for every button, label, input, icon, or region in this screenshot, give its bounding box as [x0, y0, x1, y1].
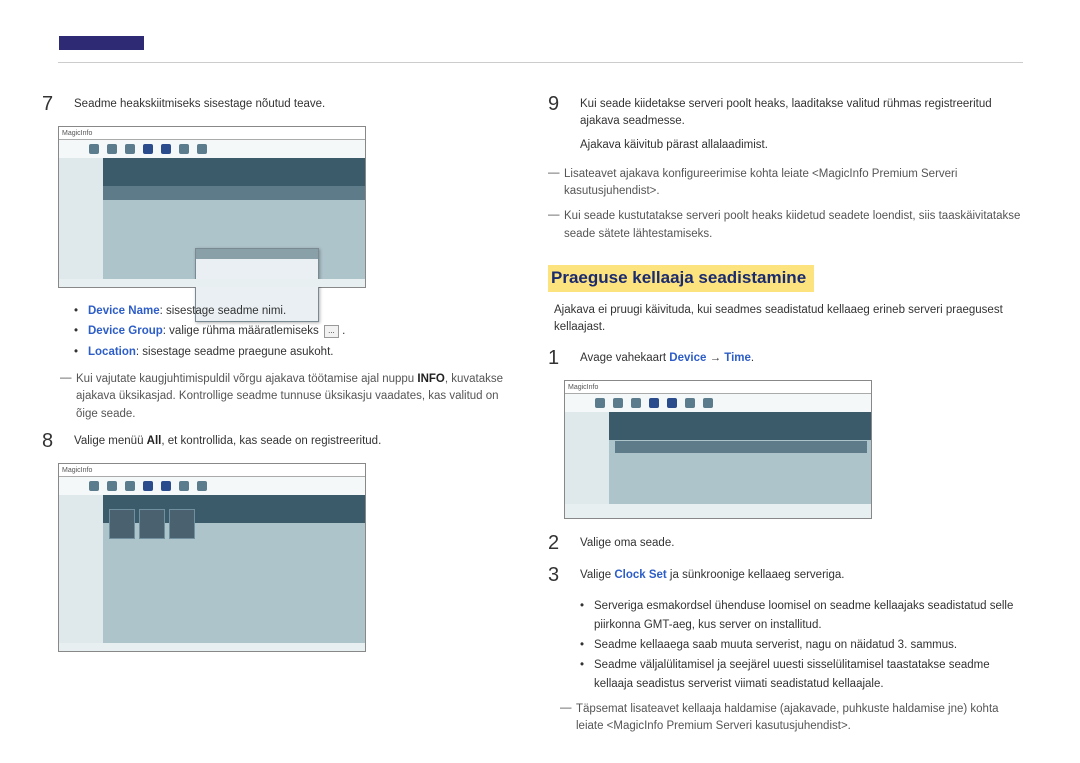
time-toolbar: [615, 441, 867, 453]
bullet-device-name: Device Name: sisestage seadme nimi.: [74, 302, 520, 320]
app-toolbar: [565, 394, 871, 412]
device-thumbnails: [109, 509, 195, 539]
app-body: [103, 200, 365, 279]
app-tabs: [59, 158, 365, 186]
right-column: 9 Kui seade kiidetakse serveri poolt hea…: [548, 94, 1026, 744]
app-sidebar: [59, 495, 103, 643]
step-8: 8 Valige menüü All, et kontrollida, kas …: [42, 431, 520, 451]
step-2-text: Valige oma seade.: [580, 533, 1026, 553]
step-9: 9 Kui seade kiidetakse serveri poolt hea…: [548, 94, 1026, 154]
step-9-note-1: Lisateavet ajakava konfigureerimise koht…: [548, 166, 1026, 201]
step-9-text: Kui seade kiidetakse serveri poolt heaks…: [580, 94, 1026, 154]
step-1: 1 Avage vahekaart Device → Time.: [548, 348, 1026, 368]
app-tabs: [59, 495, 365, 523]
app-logo: MagicInfo: [59, 127, 365, 140]
step-1-text: Avage vahekaart Device → Time.: [580, 348, 1026, 368]
bullet-gmt: Serveriga esmakordsel ühenduse loomisel …: [580, 597, 1026, 634]
step-7-note: Kui vajutate kaugjuhtimispuldil võrgu aj…: [60, 371, 520, 423]
chapter-marker: [59, 36, 144, 50]
step-number: 3: [548, 565, 580, 585]
step-7: 7 Seadme heakskiitmiseks sisestage nõutu…: [42, 94, 520, 114]
app-sidebar: [565, 412, 609, 504]
screenshot-time-tab: MagicInfo: [564, 380, 872, 519]
section-intro: Ajakava ei pruugi käivituda, kui seadmes…: [554, 302, 1026, 337]
step-number: 1: [548, 348, 580, 368]
screenshot-device-list: MagicInfo: [58, 463, 366, 652]
app-sidebar: [59, 158, 103, 279]
device-tab-label: Device: [669, 352, 706, 364]
all-label: All: [147, 435, 162, 447]
step-3: 3 Valige Clock Set ja sünkroonige kellaa…: [548, 565, 1026, 585]
app-toolbar: [59, 140, 365, 158]
info-label: INFO: [417, 373, 444, 385]
step-number: 8: [42, 431, 74, 451]
bullet-restore: Seadme väljalülitamisel ja seejärel uues…: [580, 656, 1026, 693]
ellipsis-button-icon: ...: [324, 325, 339, 338]
app-tabs: [565, 412, 871, 440]
time-tab-label: Time: [724, 352, 751, 364]
step-3-note: Täpsemat lisateavet kellaaja haldamise (…: [560, 701, 1026, 736]
step-number: 9: [548, 94, 580, 154]
screenshot-device-approve: MagicInfo: [58, 126, 366, 288]
label-device-name: Device Name: [88, 305, 160, 317]
step-8-text: Valige menüü All, et kontrollida, kas se…: [74, 431, 520, 451]
clock-set-label: Clock Set: [614, 569, 666, 581]
step-number: 2: [548, 533, 580, 553]
app-footer: [59, 643, 365, 651]
app-footer: [565, 504, 871, 518]
app-logo: MagicInfo: [565, 381, 871, 394]
step-9-note-2: Kui seade kustutatakse serveri poolt hea…: [548, 208, 1026, 243]
app-logo: MagicInfo: [59, 464, 365, 477]
app-subbar: [59, 186, 365, 200]
step-number: 7: [42, 94, 74, 114]
label-device-group: Device Group: [88, 325, 163, 337]
step-3-bullets: Serveriga esmakordsel ühenduse loomisel …: [580, 597, 1026, 693]
step-2: 2 Valige oma seade.: [548, 533, 1026, 553]
step-3-text: Valige Clock Set ja sünkroonige kellaaeg…: [580, 565, 1026, 585]
section-title-clock: Praeguse kellaaja seadistamine: [548, 265, 814, 292]
label-location: Location: [88, 346, 136, 358]
bullet-change-server: Seadme kellaaega saab muuta serverist, n…: [580, 636, 1026, 654]
left-column: 7 Seadme heakskiitmiseks sisestage nõutu…: [42, 94, 520, 666]
app-toolbar: [59, 477, 365, 495]
bullet-device-group: Device Group: valige rühma määratlemisek…: [74, 322, 520, 340]
bullet-location: Location: sisestage seadme praegune asuk…: [74, 343, 520, 361]
step-7-bullets: Device Name: sisestage seadme nimi. Devi…: [74, 302, 520, 361]
app-footer: [59, 279, 365, 287]
header-divider: [58, 62, 1023, 63]
step-7-text: Seadme heakskiitmiseks sisestage nõutud …: [74, 94, 520, 114]
